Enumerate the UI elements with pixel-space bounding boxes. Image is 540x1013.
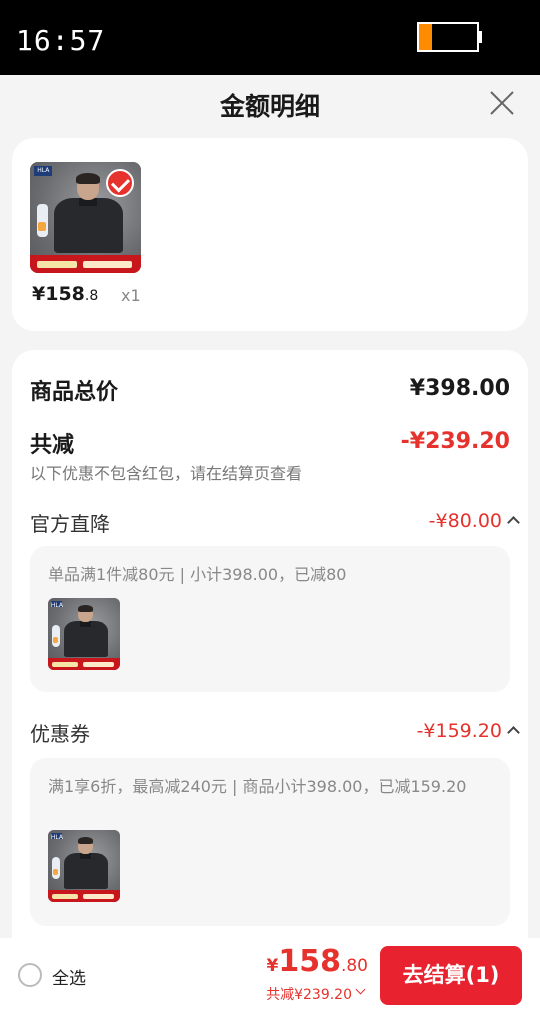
official-discount-detail-text: 单品满1件减80元 | 小计398.00，已减80 bbox=[48, 565, 347, 584]
product-image: HLA bbox=[48, 830, 120, 902]
total-pay-int: 158 bbox=[278, 944, 341, 979]
discount-note: 以下优惠不包含红包，请在结算页查看 bbox=[30, 464, 303, 483]
header: 金额明细 bbox=[0, 75, 540, 130]
product-quantity: x1 bbox=[121, 286, 141, 305]
status-time: 16:57 bbox=[16, 24, 106, 57]
status-bar: 16:57 bbox=[0, 0, 540, 75]
page-title: 金额明细 bbox=[219, 92, 320, 121]
amount-detail-card: 商品总价 ¥398.00 共减 -¥239.20 以下优惠不包含红包，请在结算页… bbox=[12, 350, 528, 950]
coupon-detail-text: 满1享6折，最高减240元 | 商品小计398.00，已减159.20 bbox=[48, 777, 467, 796]
chevron-up-icon[interactable] bbox=[507, 726, 520, 739]
coupon-label: 优惠券 bbox=[30, 722, 90, 746]
coupon-detail: 满1享6折，最高减240元 | 商品小计398.00，已减159.20 HLA bbox=[30, 758, 510, 926]
total-price-label: 商品总价 bbox=[30, 380, 119, 405]
select-all-label[interactable]: 全选 bbox=[52, 964, 86, 989]
total-pay-dec: .80 bbox=[340, 956, 368, 976]
product-price-int: ¥158 bbox=[32, 283, 85, 305]
official-discount-detail: 单品满1件减80元 | 小计398.00，已减80 HLA bbox=[30, 546, 510, 692]
battery-tip bbox=[479, 31, 482, 43]
chevron-down-icon[interactable] bbox=[355, 984, 366, 995]
close-icon[interactable] bbox=[486, 87, 518, 119]
total-discount-label: 共减 bbox=[30, 433, 75, 458]
official-discount-value: -¥80.00 bbox=[428, 510, 502, 532]
total-pay-yen: ¥ bbox=[266, 956, 279, 976]
total-price-value: ¥398.00 bbox=[409, 376, 510, 401]
battery-level bbox=[419, 24, 432, 50]
product-price-dec: .8 bbox=[84, 288, 99, 304]
select-all-checkbox[interactable] bbox=[18, 963, 42, 987]
battery-icon bbox=[417, 22, 479, 52]
check-icon[interactable] bbox=[106, 169, 134, 197]
product-price: ¥158.8 bbox=[32, 283, 98, 305]
product-image: HLA bbox=[48, 598, 120, 670]
total-discount-value: -¥239.20 bbox=[400, 429, 510, 454]
total-pay-price: ¥158.80 bbox=[266, 944, 368, 979]
chevron-up-icon[interactable] bbox=[507, 516, 520, 529]
total-pay-discount[interactable]: 共减¥239.20 bbox=[266, 984, 352, 1004]
product-card: HLA ¥158.8 x1 bbox=[12, 138, 528, 331]
official-discount-label: 官方直降 bbox=[30, 512, 110, 536]
product-image[interactable]: HLA bbox=[30, 162, 141, 273]
coupon-value: -¥159.20 bbox=[416, 720, 502, 742]
checkout-button[interactable]: 去结算(1) bbox=[380, 946, 522, 1005]
checkout-bar: 全选 ¥158.80 共减¥239.20 去结算(1) bbox=[0, 938, 540, 1013]
